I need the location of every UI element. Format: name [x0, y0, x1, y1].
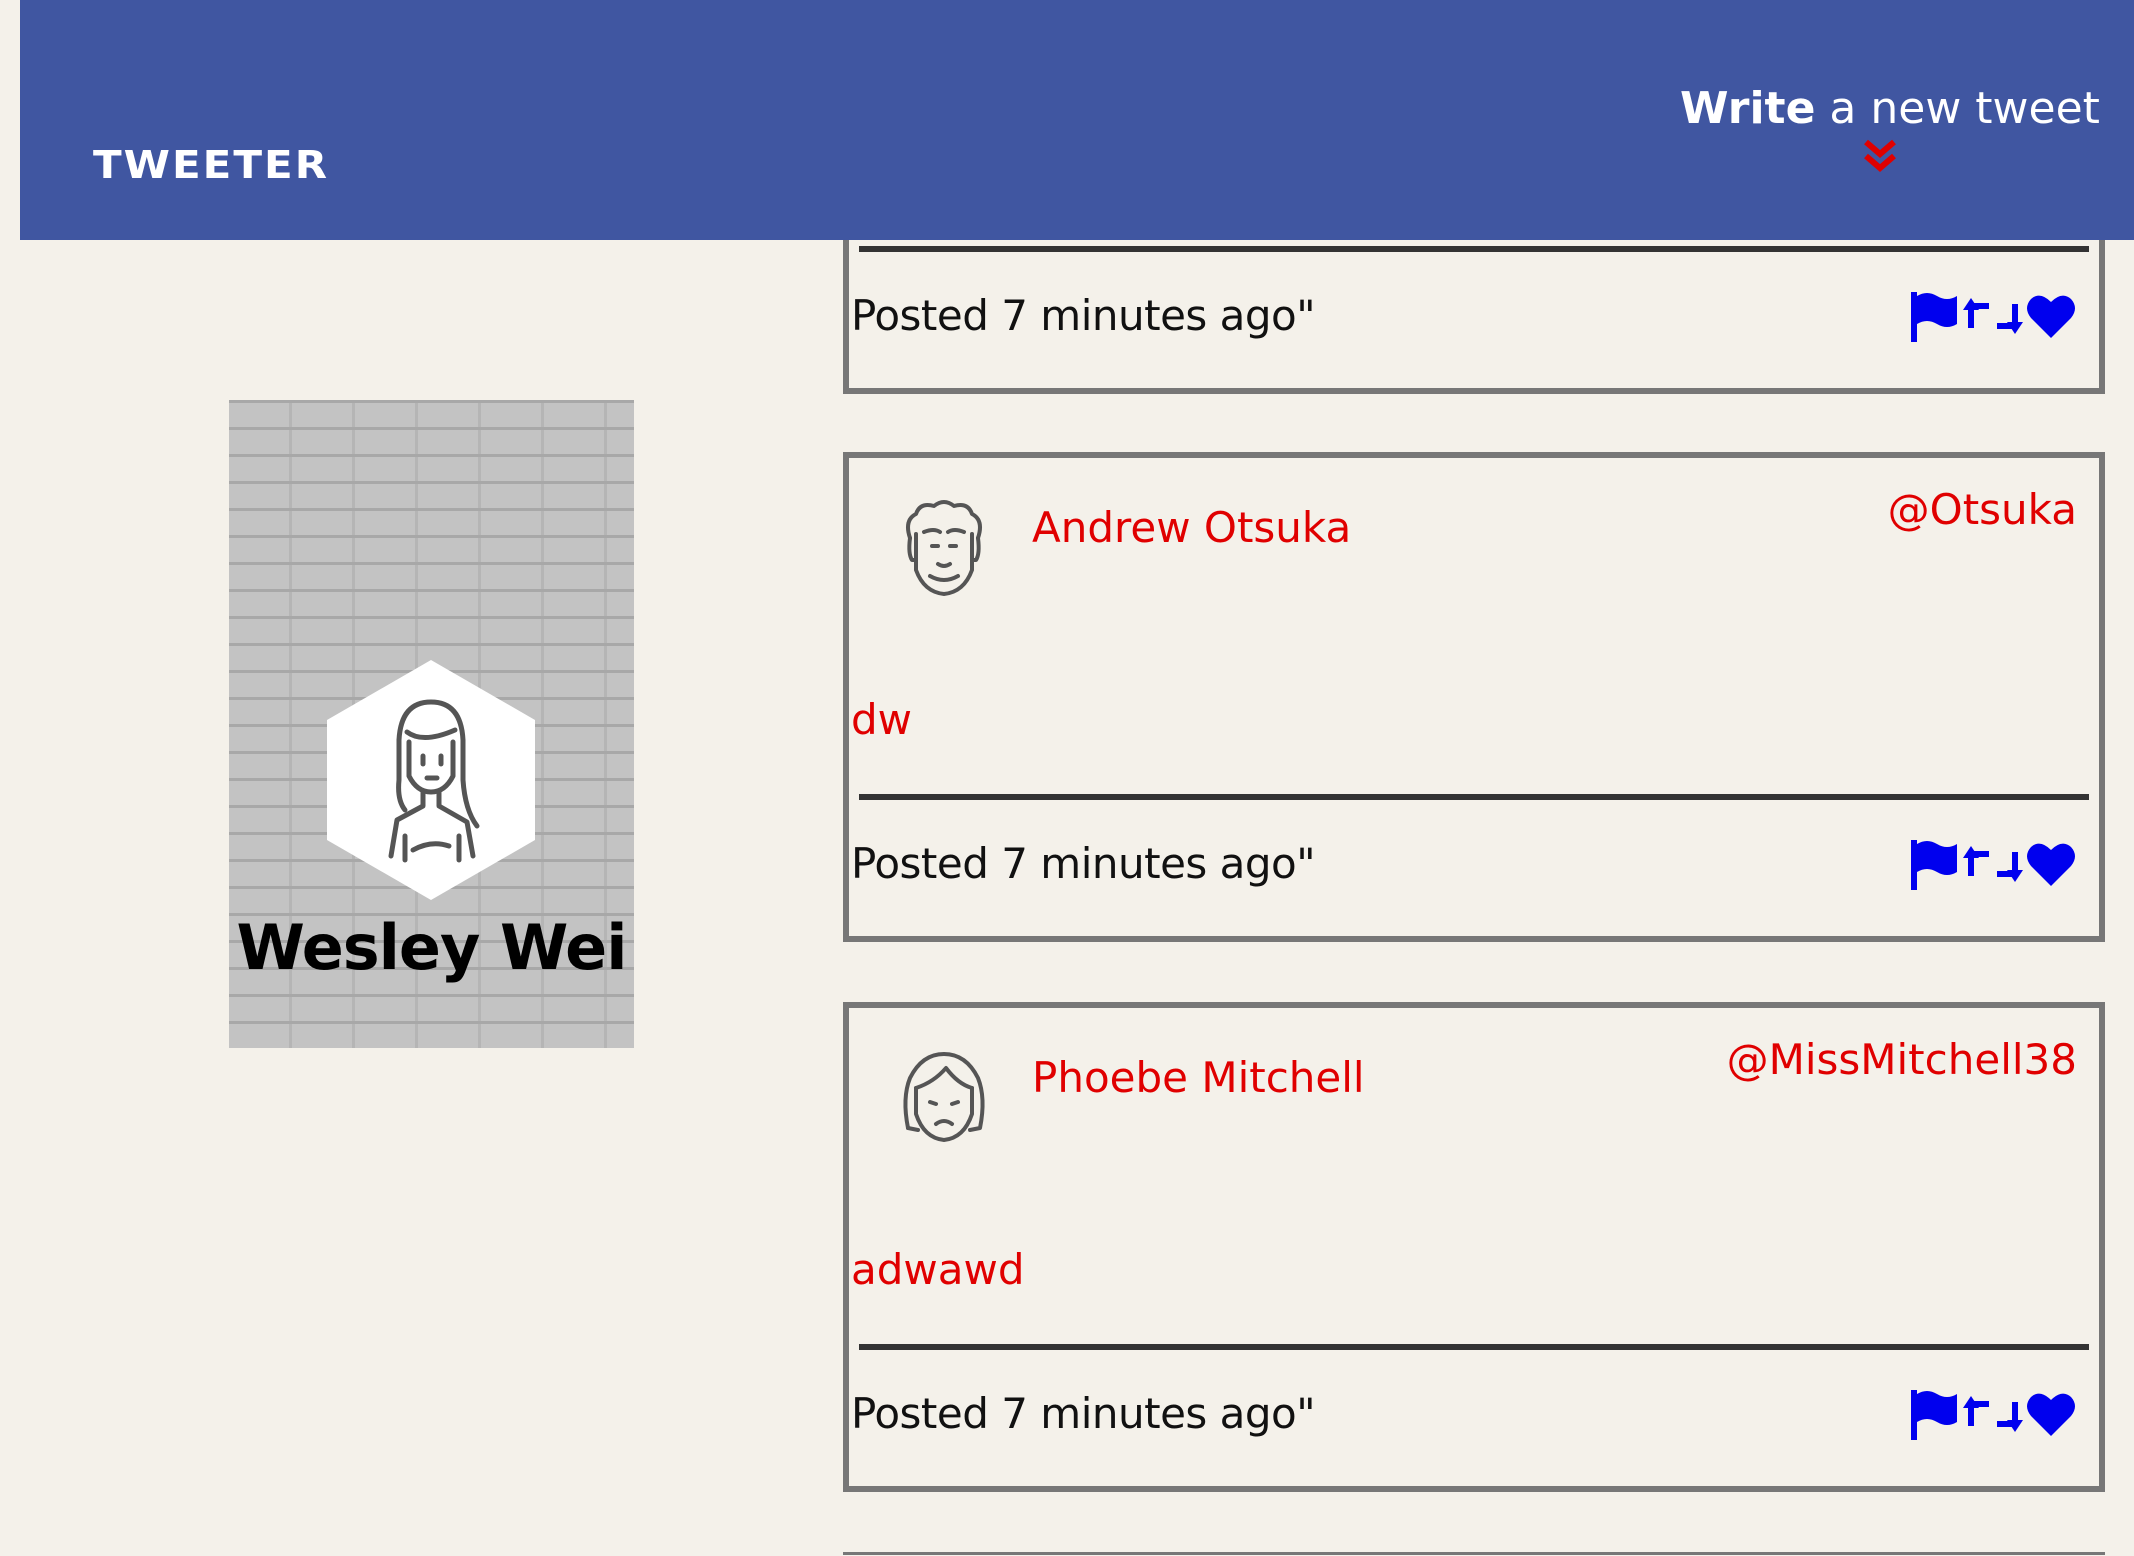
retweet-icon[interactable] — [1963, 288, 2023, 344]
profile-name: Wesley Wei — [236, 911, 628, 984]
tweet-timestamp: Posted 7 minutes ago" — [851, 839, 1316, 888]
flag-icon[interactable] — [1909, 288, 1961, 344]
flag-icon[interactable] — [1909, 836, 1961, 892]
tweet-actions — [1909, 288, 2077, 344]
next-tweet-edge — [843, 1552, 2105, 1555]
write-new-tweet-toggle[interactable]: Write a new tweet — [1680, 78, 2100, 176]
tweet-timestamp: Posted 7 minutes ago" — [851, 1389, 1316, 1438]
tweet-content: dw — [851, 695, 913, 744]
tweet-actions — [1909, 1386, 2077, 1442]
top-navbar: TWEETER Write a new tweet — [20, 0, 2134, 240]
double-chevron-down-icon[interactable] — [1860, 136, 1900, 176]
flag-icon[interactable] — [1909, 1386, 1961, 1442]
tweet-timestamp: Posted 7 minutes ago" — [851, 291, 1316, 340]
retweet-icon[interactable] — [1963, 836, 2023, 892]
retweet-icon[interactable] — [1963, 1386, 2023, 1442]
tweet-divider — [859, 1344, 2089, 1350]
heart-icon[interactable] — [2025, 838, 2077, 890]
tweet-divider — [859, 246, 2089, 252]
tweet-card: Phoebe Mitchell @MissMitchell38 adwawd P… — [843, 1002, 2105, 1492]
tweet-divider — [859, 794, 2089, 800]
heart-icon[interactable] — [2025, 290, 2077, 342]
brand-logo[interactable]: TWEETER — [93, 145, 329, 185]
tweet-author-handle[interactable]: @MissMitchell38 — [1727, 1030, 2077, 1090]
curly-hair-man-avatar-icon — [906, 500, 982, 596]
tweet-author-name[interactable]: Phoebe Mitchell — [1032, 1048, 1365, 1108]
heart-icon[interactable] — [2025, 1388, 2077, 1440]
profile-card: Wesley Wei — [229, 400, 634, 1048]
frowning-woman-avatar-icon — [903, 1052, 985, 1142]
tweet-author-name[interactable]: Andrew Otsuka — [1032, 498, 1351, 558]
woman-avatar-icon — [327, 660, 535, 900]
tweet-card: Andrew Otsuka @Otsuka dw Posted 7 minute… — [843, 452, 2105, 942]
write-new-tweet-label[interactable]: Write a new tweet — [1680, 78, 2100, 140]
tweet-actions — [1909, 836, 2077, 892]
tweet-content: adwawd — [851, 1245, 1025, 1294]
tweet-author-handle[interactable]: @Otsuka — [1888, 480, 2077, 540]
